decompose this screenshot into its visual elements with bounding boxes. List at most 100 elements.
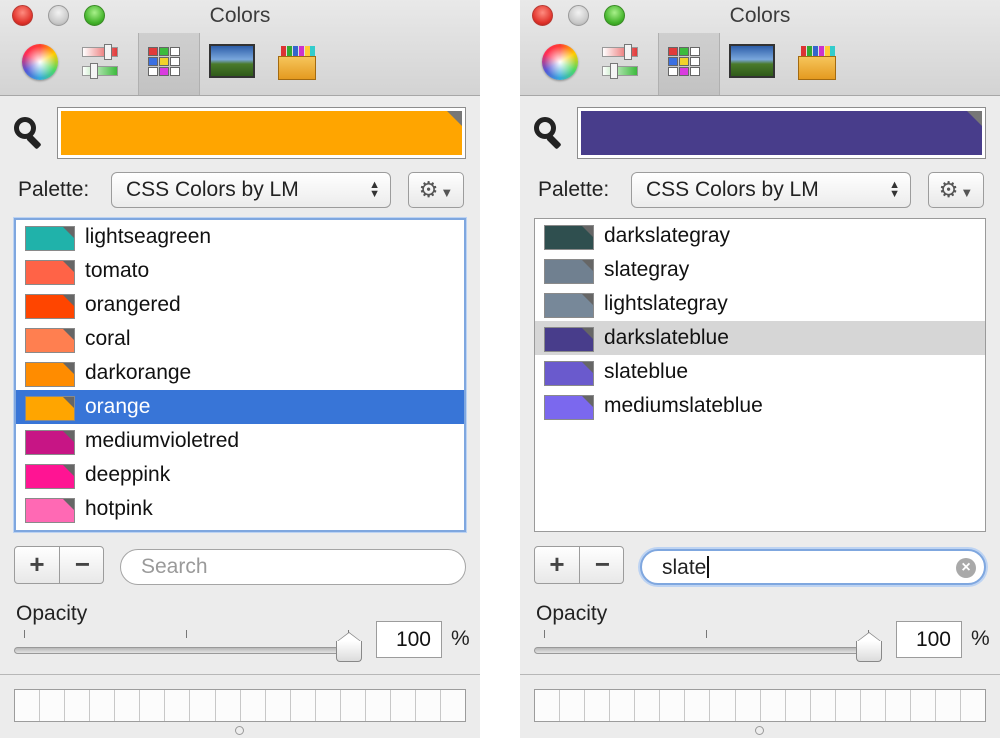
opacity-slider-knob[interactable] xyxy=(336,632,362,662)
divider xyxy=(520,674,1000,675)
opacity-percent-label: % xyxy=(971,627,990,650)
slider-tick xyxy=(544,630,545,638)
add-remove-buttons: + − xyxy=(534,546,624,584)
color-palettes-icon[interactable] xyxy=(668,44,704,80)
color-swatch xyxy=(544,361,594,386)
add-remove-buttons: + − xyxy=(14,546,104,584)
opacity-value-field[interactable]: 100 xyxy=(896,621,962,658)
chevron-down-icon: ▼ xyxy=(440,185,454,200)
opacity-slider-track[interactable] xyxy=(14,647,358,654)
opacity-label: Opacity xyxy=(536,602,608,625)
color-list-item[interactable]: orangered xyxy=(16,288,464,322)
swatch-corner-icon xyxy=(582,396,593,407)
search-input[interactable]: Search xyxy=(120,549,466,585)
color-name: mediumslateblue xyxy=(604,394,763,417)
color-list[interactable]: darkslategray slategray lightslategray dark… xyxy=(534,218,986,532)
swatch-corner-icon xyxy=(63,329,74,340)
crayons-icon[interactable] xyxy=(278,44,316,80)
resize-grip[interactable] xyxy=(755,726,764,735)
magnifier-eyedropper-icon[interactable] xyxy=(534,117,566,150)
color-swatch xyxy=(25,498,75,523)
crayons-icon[interactable] xyxy=(798,44,836,80)
window-title: Colors xyxy=(209,4,271,27)
slider-tick xyxy=(706,630,707,638)
color-list-item[interactable]: mediumvioletred xyxy=(16,424,464,458)
divider xyxy=(0,674,480,675)
color-sliders-icon[interactable] xyxy=(602,44,638,80)
swatch-corner-icon xyxy=(63,499,74,510)
color-list-item[interactable]: hotpink xyxy=(16,492,464,526)
gear-menu-button[interactable]: ⚙ ▼ xyxy=(408,172,464,208)
add-color-button[interactable]: + xyxy=(15,547,60,583)
color-list-item[interactable]: mediumslateblue xyxy=(535,389,985,423)
palette-label: Palette: xyxy=(538,178,610,201)
color-name: deeppink xyxy=(85,463,171,486)
text-caret xyxy=(707,556,710,578)
slider-tick xyxy=(24,630,25,638)
well-corner-icon xyxy=(447,111,462,126)
color-swatch xyxy=(544,225,594,250)
color-list-item[interactable]: slateblue xyxy=(535,355,985,389)
color-wheel-icon[interactable] xyxy=(22,44,58,80)
toolbar: Colors xyxy=(0,0,480,96)
current-color-fill xyxy=(581,111,982,155)
current-color-well[interactable] xyxy=(577,107,986,159)
search-placeholder: Search xyxy=(141,555,208,578)
gear-menu-button[interactable]: ⚙ ▼ xyxy=(928,172,984,208)
window-title: Colors xyxy=(729,4,791,27)
current-color-well[interactable] xyxy=(57,107,466,159)
opacity-slider-knob[interactable] xyxy=(856,632,882,662)
opacity-value-field[interactable]: 100 xyxy=(376,621,442,658)
add-color-button[interactable]: + xyxy=(535,547,580,583)
color-name: hotpink xyxy=(85,497,153,520)
color-swatch xyxy=(25,328,75,353)
color-wheel-icon[interactable] xyxy=(542,44,578,80)
color-list-item[interactable]: tomato xyxy=(16,254,464,288)
color-list-item[interactable]: deeppink xyxy=(16,458,464,492)
color-swatch xyxy=(25,260,75,285)
current-color-fill xyxy=(61,111,462,155)
color-name: orangered xyxy=(85,293,181,316)
color-list-item[interactable]: darkslateblue xyxy=(535,321,985,355)
color-sliders-icon[interactable] xyxy=(82,44,118,80)
swatch-strip[interactable] xyxy=(14,689,466,722)
resize-grip[interactable] xyxy=(235,726,244,735)
colors-window-right: Colors Palette: CSS Colors by LM ▲ ▼ ⚙ ▼ da… xyxy=(520,0,1000,738)
color-name: slategray xyxy=(604,258,690,281)
color-name: darkslateblue xyxy=(604,326,729,349)
remove-color-button[interactable]: − xyxy=(580,547,625,583)
color-name: tomato xyxy=(85,259,150,282)
palette-popup[interactable]: CSS Colors by LM ▲ ▼ xyxy=(111,172,391,208)
opacity-label: Opacity xyxy=(16,602,88,625)
color-list[interactable]: lightseagreen tomato orangered coral darkora… xyxy=(14,218,466,532)
well-corner-icon xyxy=(967,111,982,126)
opacity-slider-track[interactable] xyxy=(534,647,878,654)
search-input[interactable]: slate × xyxy=(640,549,986,585)
color-list-item[interactable]: lightseagreen xyxy=(16,220,464,254)
color-list-item[interactable]: coral xyxy=(16,322,464,356)
clear-search-icon[interactable]: × xyxy=(956,558,976,578)
color-list-item[interactable]: lightslategray xyxy=(535,287,985,321)
swatch-strip[interactable] xyxy=(534,689,986,722)
opacity-percent-label: % xyxy=(451,627,470,650)
color-list-item[interactable]: darkslategray xyxy=(535,219,985,253)
color-name: mediumvioletred xyxy=(85,429,240,452)
remove-color-button[interactable]: − xyxy=(60,547,105,583)
color-list-item[interactable]: darkorange xyxy=(16,356,464,390)
image-palettes-icon[interactable] xyxy=(729,44,775,78)
color-list-item[interactable]: orange xyxy=(16,390,464,424)
colors-window-left: Colors Palette: CSS Colors by LM ▲ ▼ ⚙ ▼ li… xyxy=(0,0,480,738)
toolbar: Colors xyxy=(520,0,1000,96)
magnifier-eyedropper-icon[interactable] xyxy=(14,117,46,150)
color-swatch xyxy=(544,327,594,352)
swatch-corner-icon xyxy=(63,295,74,306)
palette-popup[interactable]: CSS Colors by LM ▲ ▼ xyxy=(631,172,911,208)
color-list-item[interactable]: slategray xyxy=(535,253,985,287)
updown-arrows-icon: ▲ ▼ xyxy=(369,179,380,200)
color-name: darkslategray xyxy=(604,224,731,247)
swatch-corner-icon xyxy=(582,294,593,305)
image-palettes-icon[interactable] xyxy=(209,44,255,78)
swatch-corner-icon xyxy=(63,465,74,476)
search-value: slate xyxy=(662,556,707,579)
color-palettes-icon[interactable] xyxy=(148,44,184,80)
